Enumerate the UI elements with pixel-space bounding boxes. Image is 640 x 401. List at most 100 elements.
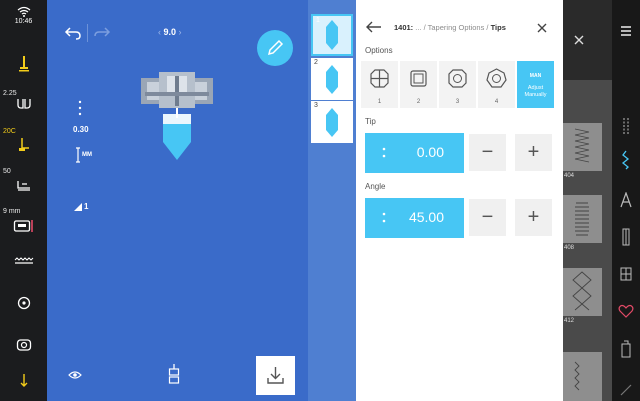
feed-dog-status[interactable]: 50 (0, 168, 47, 194)
presser-foot-pressure-status[interactable] (0, 338, 47, 354)
needle-value: 20C (3, 128, 16, 135)
stitch-library-item[interactable]: 412 (563, 268, 602, 324)
stitch-list-header (563, 0, 612, 80)
quilt-category-icon[interactable] (612, 266, 640, 282)
stitch-library-item[interactable] (563, 352, 602, 401)
stitch-width-value: 9.0 (163, 27, 177, 37)
buttonhole-category-icon[interactable] (612, 228, 640, 246)
favorites-heart-icon[interactable] (612, 304, 640, 318)
tip-value-field[interactable]: 0.00 (365, 133, 464, 173)
angle-increase-button[interactable]: + (515, 199, 552, 236)
needle-position-status[interactable] (0, 296, 47, 312)
stitch-width-display[interactable]: ‹ 9.0 › (158, 27, 182, 37)
length-unit-display[interactable]: MM (74, 146, 92, 164)
stitch-line-icon (14, 257, 33, 264)
undo-redo-divider (87, 24, 88, 42)
thread-spool-icon (18, 56, 29, 72)
sequence-tile-number: 1 (316, 17, 320, 24)
download-button[interactable] (256, 356, 295, 395)
ruler-icon (76, 147, 80, 163)
triangle-icon (74, 202, 82, 211)
presser-foot-icon (16, 99, 31, 109)
breadcrumb: 1401: ... / Tapering Options / Tips (394, 23, 506, 32)
taper-option-3[interactable]: 3 (439, 61, 476, 108)
taper-option-number: 3 (455, 99, 460, 105)
manual-option-title: MAN (529, 73, 542, 79)
taper-option-2[interactable]: 2 (400, 61, 437, 108)
zigzag-stitch-icon (574, 128, 590, 163)
angle-value-field[interactable]: 45.00 (365, 198, 464, 238)
tip-decrease-button[interactable]: − (469, 134, 506, 171)
stitch-plate-status[interactable]: 9 mm (0, 208, 47, 238)
stitch-length-dots-icon (78, 100, 82, 116)
stitch-library-item[interactable]: 408 (563, 195, 602, 251)
wifi-status[interactable]: 10:46 (0, 6, 47, 25)
presser-foot-value: 2.25 (3, 90, 17, 97)
edit-pencil-button[interactable] (257, 30, 293, 66)
taper-shape-3-icon (448, 69, 467, 88)
manual-option-subtitle: Adjust Manually (524, 85, 547, 98)
stitch-item-label: 412 (564, 318, 575, 324)
close-list-icon[interactable] (574, 35, 584, 45)
decorative-stitch-category-icon[interactable] (612, 150, 640, 170)
angle-decrease-button[interactable]: − (469, 199, 506, 236)
sequence-tile[interactable]: 2 (311, 58, 353, 100)
taper-shape-2-icon (410, 70, 427, 87)
presser-foot-status[interactable]: 2.25 (0, 90, 47, 114)
stitch-alignment-icon[interactable] (168, 364, 180, 386)
angle-label: Angle (365, 182, 386, 191)
stitch-item-label: 408 (564, 245, 575, 251)
undo-icon[interactable] (64, 26, 82, 40)
presser-foot-preview (141, 72, 213, 160)
taper-shape-1-icon (370, 69, 389, 88)
tools-category-icon[interactable] (612, 380, 640, 396)
stitch-length-value[interactable]: 0.30 (73, 125, 89, 134)
menu-icon[interactable] (612, 24, 640, 38)
category-sidebar (612, 0, 640, 401)
taper-option-1[interactable]: 1 (361, 61, 398, 108)
sequence-tile[interactable]: 3 (311, 101, 353, 143)
stitch-canvas[interactable]: ‹ 9.0 › 0.30 MM 1 (47, 0, 308, 401)
width-increase-arrow[interactable]: › (176, 27, 182, 37)
diamond-stitch-icon (572, 271, 592, 311)
redo-icon[interactable] (93, 26, 111, 40)
stitch-plate-icon (13, 220, 33, 232)
thread-tension-status[interactable] (0, 257, 47, 271)
adjust-manually-button[interactable]: MAN Adjust Manually (517, 61, 554, 108)
download-icon (267, 367, 284, 384)
width-value: 9 mm (3, 208, 21, 215)
taper-option-4[interactable]: 4 (478, 61, 515, 108)
bobbin-thread-status[interactable] (0, 374, 47, 390)
bobbin-status[interactable] (0, 55, 47, 75)
feed-dog-icon (16, 181, 30, 191)
feed-value: 50 (3, 168, 11, 175)
needle-icon (18, 138, 29, 151)
breadcrumb-stitch: 1401: (394, 23, 414, 32)
tip-increase-button[interactable]: + (515, 134, 552, 171)
close-icon[interactable] (537, 23, 547, 33)
length-unit: MM (82, 151, 92, 158)
dots-icon (382, 147, 386, 158)
stitch-item-label: 404 (564, 173, 575, 179)
breadcrumb-current: Tips (490, 23, 506, 32)
alphabet-category-icon[interactable] (612, 192, 640, 208)
sequence-tile[interactable]: 1 (311, 14, 353, 56)
stitch-sequence: 1 2 3 (308, 0, 356, 401)
stitch-pattern-icon (574, 361, 580, 391)
taper-option-number: 2 (416, 99, 421, 105)
breadcrumb-trail[interactable]: ... / Tapering Options / (413, 23, 490, 32)
back-arrow-icon[interactable] (366, 21, 382, 33)
stitch-library-item[interactable]: 404 (563, 123, 602, 179)
satin-stitch-icon (575, 202, 589, 236)
status-sidebar: 10:46 2.25 20C 50 9 mm (0, 0, 47, 401)
eye-icon[interactable] (68, 370, 82, 380)
straight-stitch-category-icon[interactable] (612, 116, 640, 136)
clock: 10:46 (14, 18, 33, 25)
tip-label: Tip (365, 117, 376, 126)
taper-option-number: 4 (494, 99, 499, 105)
repeat-count-display[interactable]: 1 (73, 198, 88, 216)
needle-down-icon (20, 374, 27, 387)
personal-memory-icon[interactable] (612, 340, 640, 358)
needle-status[interactable]: 20C (0, 128, 47, 154)
stitch-library-list: 404 408 412 (563, 0, 612, 401)
